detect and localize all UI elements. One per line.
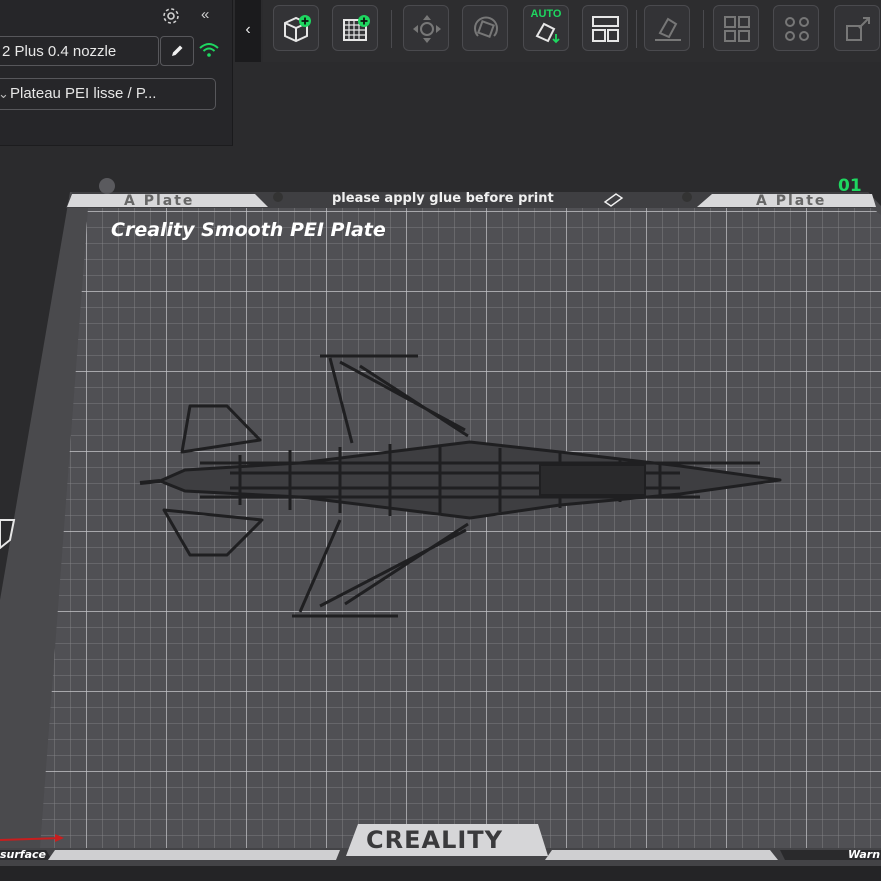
- left-sidebar-panel: « 2 Plus 0.4 nozzle ⌄ Plateau PEI lisse …: [0, 0, 233, 146]
- add-plate-button[interactable]: [332, 5, 378, 51]
- plate-pin-left: [99, 178, 115, 194]
- split-parts-button[interactable]: [773, 5, 819, 51]
- arrange-icon: [592, 16, 619, 42]
- pencil-icon: [172, 45, 183, 56]
- move-icon: [413, 15, 441, 43]
- plate-label-left: A Plate: [124, 193, 194, 209]
- plate-type-select[interactable]: ⌄ Plateau PEI lisse / P...: [0, 78, 216, 110]
- add-object-button[interactable]: [273, 5, 319, 51]
- top-toolbar: AUTO: [263, 0, 881, 62]
- split-objects-button[interactable]: [713, 5, 759, 51]
- move-button[interactable]: [403, 5, 449, 51]
- auto-orient-button[interactable]: AUTO: [523, 5, 569, 51]
- split-parts-icon: [785, 17, 809, 41]
- gear-icon[interactable]: [161, 6, 181, 29]
- printer-select[interactable]: 2 Plus 0.4 nozzle: [0, 36, 159, 66]
- plate-title: Creality Smooth PEI Plate: [111, 219, 386, 241]
- collapse-sidebar-tab[interactable]: ‹: [235, 0, 261, 62]
- scale-button[interactable]: [834, 5, 880, 51]
- add-plate-icon: [343, 15, 370, 41]
- arrange-button[interactable]: [582, 5, 628, 51]
- rotate-icon: [474, 16, 498, 38]
- bottom-strip: [0, 866, 881, 881]
- wifi-icon[interactable]: [198, 40, 220, 60]
- plate-pin-right: [682, 192, 692, 202]
- split-objects-icon: [724, 16, 750, 42]
- plate-pin-center: [273, 192, 283, 202]
- plate-type-label: Plateau PEI lisse / P...: [10, 85, 157, 102]
- toolbar-separator: [703, 10, 704, 48]
- glue-notice: please apply glue before print: [332, 191, 554, 206]
- bottom-band-light-left: [48, 850, 340, 860]
- lay-on-face-button[interactable]: [644, 5, 690, 51]
- toolbar-separator: [636, 10, 637, 48]
- scale-icon: [846, 17, 870, 41]
- brand-logo: CREALITY: [366, 826, 503, 854]
- auto-orient-icon: [535, 22, 560, 44]
- rotate-button[interactable]: [462, 5, 508, 51]
- edit-printer-button[interactable]: [160, 36, 194, 66]
- chevron-down-icon: ⌄: [0, 86, 9, 101]
- warn-label: Warn: [848, 848, 880, 861]
- plate-number: 01: [838, 176, 862, 196]
- toolbar-separator: [391, 10, 392, 48]
- lay-on-face-icon: [655, 17, 681, 41]
- bottom-band-light-right: [545, 850, 778, 860]
- surface-label: surface: [0, 848, 47, 861]
- double-chevron-left-icon[interactable]: «: [201, 7, 209, 22]
- printer-name: 2 Plus 0.4 nozzle: [2, 43, 117, 60]
- plate-label-right: A Plate: [756, 193, 826, 209]
- add-object-icon: [284, 15, 311, 43]
- build-plate-viewport[interactable]: A Plate A Plate please apply glue before…: [0, 145, 881, 881]
